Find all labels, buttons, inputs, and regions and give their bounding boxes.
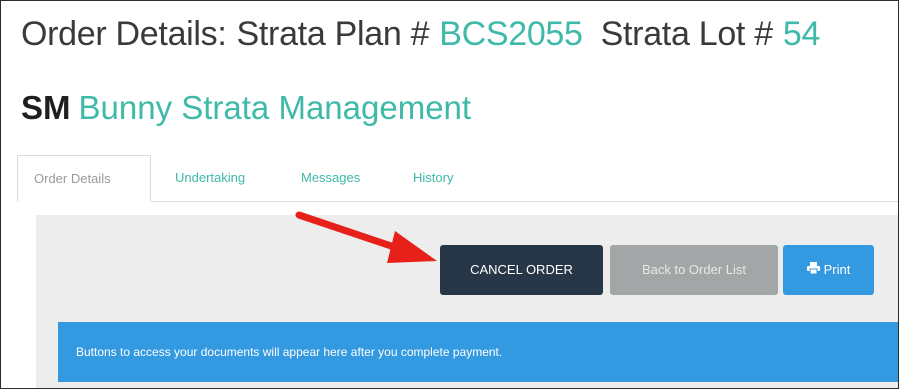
payment-notice-banner: Buttons to access your documents will ap… xyxy=(58,322,898,382)
title-prefix: Order Details: xyxy=(21,15,227,53)
printer-icon xyxy=(806,245,820,295)
print-button[interactable]: Print xyxy=(783,245,874,295)
management-code: SM xyxy=(21,89,71,126)
back-to-order-list-label: Back to Order List xyxy=(641,262,747,277)
back-to-order-list-button[interactable]: Back to Order List xyxy=(610,245,778,295)
print-label: Print xyxy=(823,262,851,277)
order-tabs: Order Details Undertaking Messages Histo… xyxy=(17,155,898,202)
tab-undertaking[interactable]: Undertaking xyxy=(159,155,261,201)
payment-notice-text: Buttons to access your documents will ap… xyxy=(76,345,503,359)
page-title: Order Details: Strata Plan # BCS2055 Strata… xyxy=(21,15,820,59)
tab-messages[interactable]: Messages xyxy=(285,155,376,201)
screenshot-frame: Order Details: Strata Plan # BCS2055 Strata… xyxy=(0,0,899,389)
strata-plan-label: Strata Plan # xyxy=(236,15,430,53)
strata-plan-number: BCS2055 xyxy=(439,15,583,53)
tab-history[interactable]: History xyxy=(397,155,469,201)
strata-lot-label: Strata Lot # xyxy=(600,15,773,53)
red-arrow-icon xyxy=(295,211,437,263)
management-company: SM Bunny Strata Management xyxy=(21,89,471,133)
cancel-order-button[interactable]: CANCEL ORDER xyxy=(440,245,603,295)
cancel-order-label: CANCEL ORDER xyxy=(470,262,573,277)
management-name: Bunny Strata Management xyxy=(78,89,472,126)
strata-lot-number: 54 xyxy=(782,15,821,53)
tab-order-details[interactable]: Order Details xyxy=(17,155,151,202)
